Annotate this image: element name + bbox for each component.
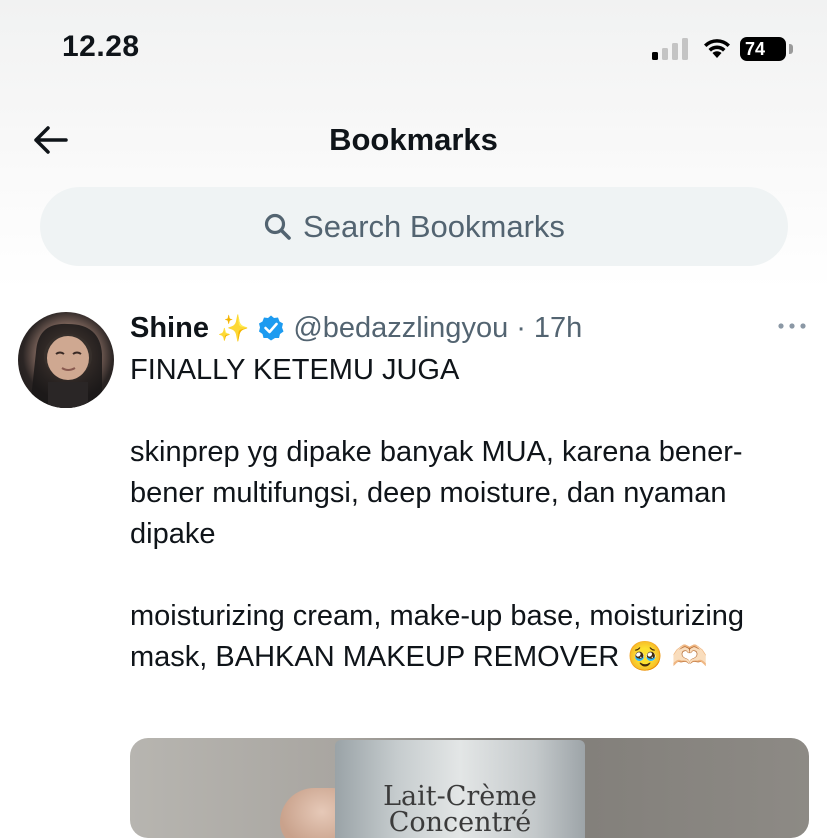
avatar[interactable] (18, 312, 114, 408)
author-name[interactable]: Shine (130, 312, 209, 345)
battery-nub (789, 44, 793, 54)
search-icon (264, 213, 291, 240)
status-time: 12.28 (62, 30, 140, 63)
avatar-image (30, 323, 102, 408)
search-placeholder: Search Bookmarks (303, 208, 565, 244)
page-title: Bookmarks (329, 122, 498, 157)
battery-indicator: 74 (740, 37, 786, 61)
more-horizontal-icon[interactable] (776, 316, 808, 336)
tweet-text-line: skinprep yg dipake banyak MUA, karena be… (130, 436, 743, 550)
wifi-icon (704, 39, 730, 58)
tweet-media-image[interactable]: Lait-Crème Concentré (130, 738, 809, 838)
sparkle-emoji: ✨ (216, 312, 250, 343)
search-input[interactable]: Search Bookmarks (40, 187, 788, 266)
author-handle[interactable]: @bedazzlingyou (293, 312, 508, 345)
tweet-header: Shine ✨ @bedazzlingyou · 17h (130, 308, 582, 348)
tweet-text: FINALLY KETEMU JUGA skinprep yg dipake b… (130, 350, 800, 678)
tweet-text-line: moisturizing cream, make-up base, moistu… (130, 600, 745, 673)
tweet[interactable]: Shine ✨ @bedazzlingyou · 17h FINALLY KET… (0, 300, 827, 838)
cellular-signal-icon (652, 38, 688, 60)
tweet-time[interactable]: 17h (534, 312, 582, 345)
product-tube: Lait-Crème Concentré (335, 740, 585, 838)
product-label: Lait-Crème Concentré (335, 783, 585, 838)
product-label-line: Concentré (388, 807, 532, 838)
tweet-text-line: FINALLY KETEMU JUGA (130, 354, 460, 386)
verified-badge-icon (259, 315, 284, 341)
separator-dot: · (516, 311, 526, 344)
